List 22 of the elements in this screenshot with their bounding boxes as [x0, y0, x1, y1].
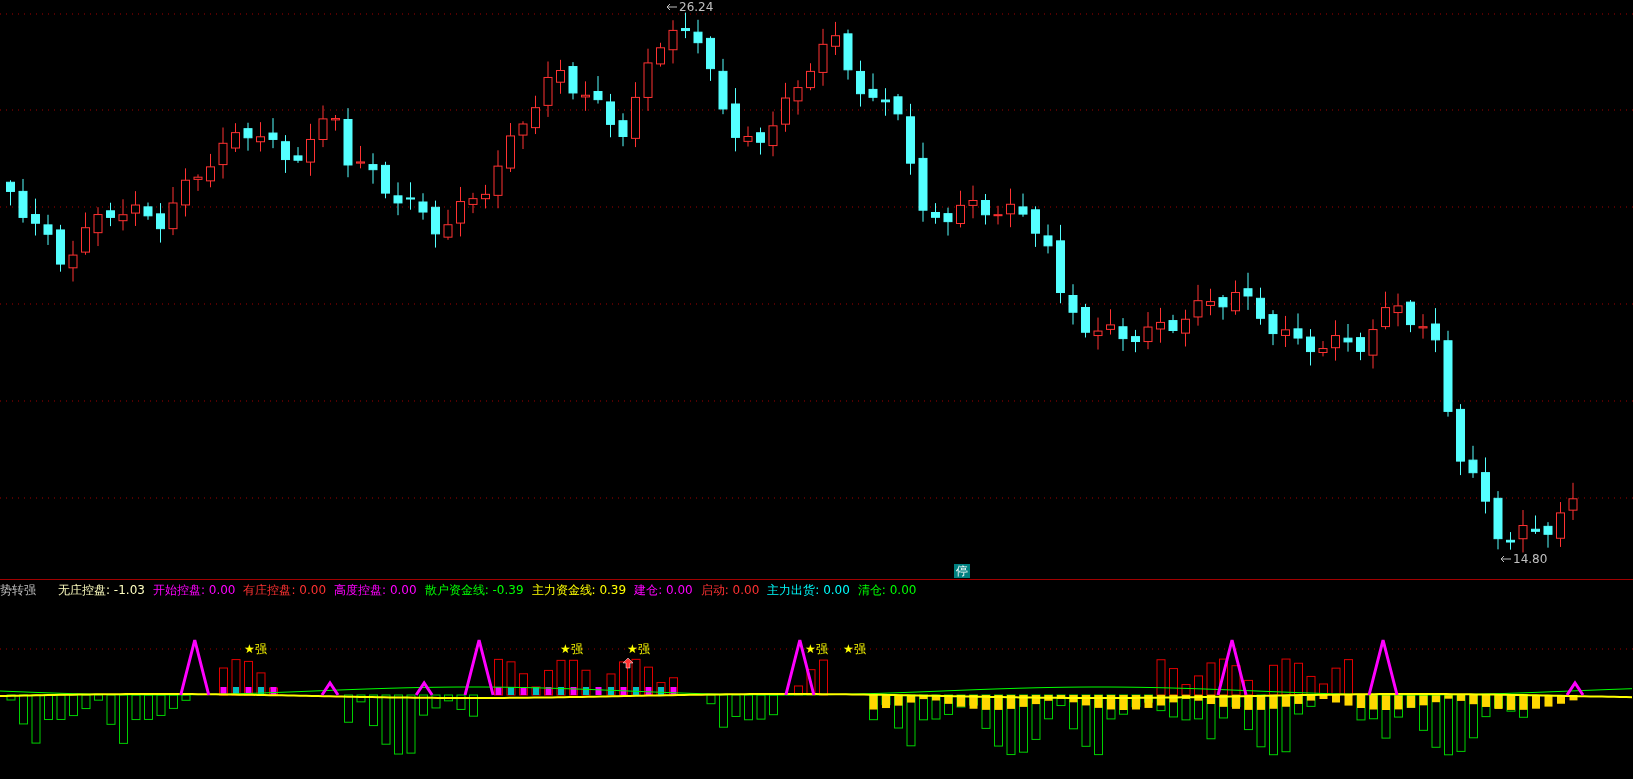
legend-value: 启动: 0.00 [700, 581, 760, 599]
signal-label: ★强 [627, 642, 650, 656]
suspension-badge: 停 [954, 564, 970, 578]
signal-label: ★强 [843, 642, 866, 656]
price-label: 14.80 [1513, 552, 1548, 566]
signal-label: ★强 [244, 642, 267, 656]
signal-label: ★强 [560, 642, 583, 656]
legend-value: 清仓: 0.00 [857, 581, 917, 599]
legend-value: 建仓: 0.00 [634, 581, 693, 599]
arrow-icon [1500, 555, 1512, 563]
price-label: 26.24 [679, 0, 714, 14]
legend-value: 无庄控盘: -1.03 [58, 581, 145, 599]
legend-value: 高度控盘: 0.00 [334, 581, 417, 599]
legend-value: 主力出货: 0.00 [767, 581, 850, 599]
indicator-title: 势转强 [0, 581, 36, 599]
legend-value: 开始控盘: 0.00 [152, 581, 236, 599]
arrow-icon [666, 3, 678, 11]
legend-value: 散户资金线: -0.39 [424, 581, 524, 599]
legend-value: 主力资金线: 0.39 [531, 581, 627, 599]
signal-label: ★强 [805, 642, 828, 656]
legend-value: 有庄控盘: 0.00 [243, 581, 327, 599]
arrow-icon [622, 657, 634, 669]
